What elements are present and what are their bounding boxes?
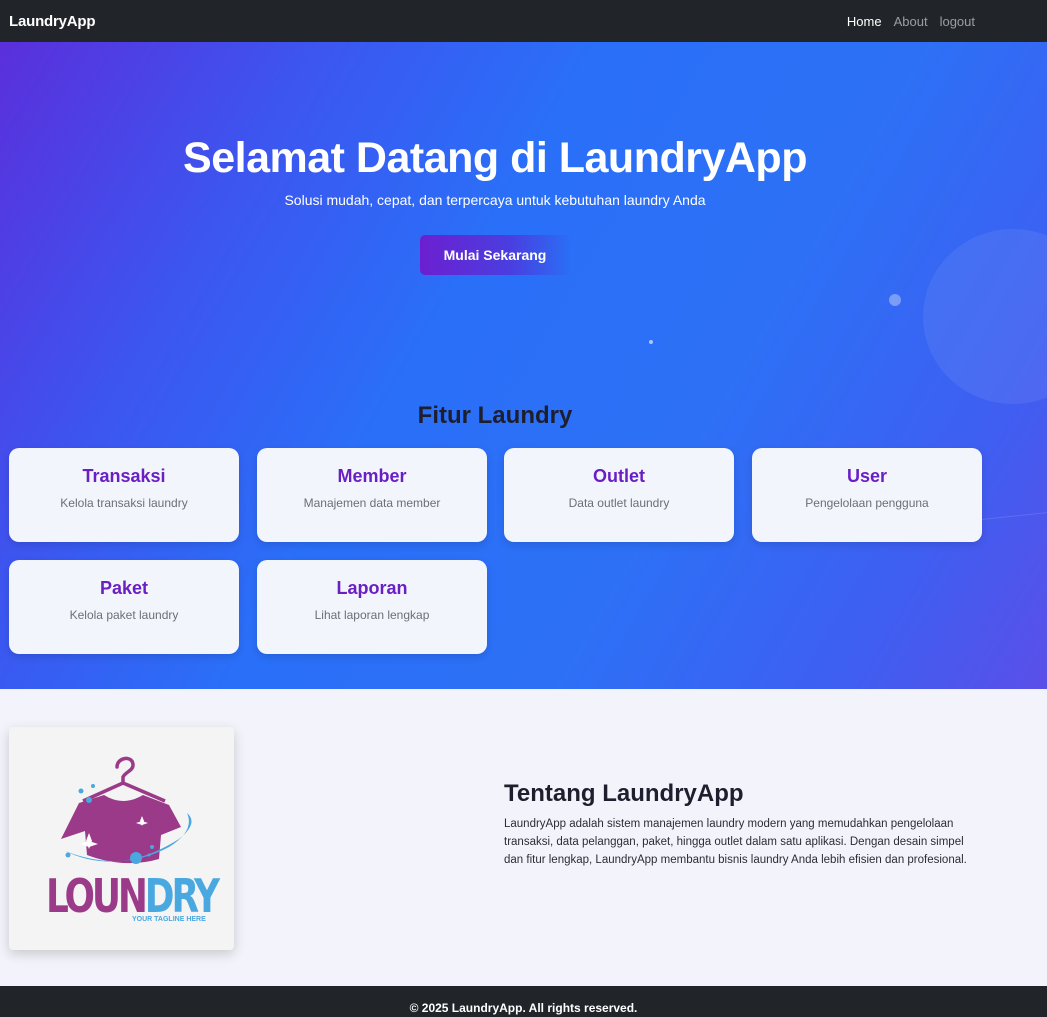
- hero-subtitle: Solusi mudah, cepat, dan terpercaya untu…: [284, 192, 706, 208]
- feature-card-desc: Pengelolaan pengguna: [805, 496, 929, 510]
- feature-card-user[interactable]: User Pengelolaan pengguna: [752, 448, 982, 542]
- features-title: Fitur Laundry: [417, 402, 573, 429]
- hero-section: Selamat Datang di LaundryApp Solusi muda…: [0, 42, 1047, 689]
- feature-card-title: User: [846, 466, 888, 486]
- logo-word-right: DRY: [144, 869, 220, 923]
- feature-card-desc: Kelola paket laundry: [69, 608, 179, 622]
- nav-links: Home About logout: [847, 14, 975, 29]
- brand-logo[interactable]: LaundryApp: [9, 13, 96, 30]
- start-now-button[interactable]: Mulai Sekarang: [420, 235, 570, 275]
- about-section: LOUNDRY YOUR TAGLINE HERE Tentang Laundr…: [0, 689, 1047, 986]
- feature-card-desc: Lihat laporan lengkap: [314, 608, 430, 622]
- feature-card-member[interactable]: Member Manajemen data member: [257, 448, 487, 542]
- logo-wordmark: LOUNDRY: [46, 869, 220, 923]
- about-title: Tentang LaundryApp: [504, 780, 744, 807]
- feature-card-paket[interactable]: Paket Kelola paket laundry: [9, 560, 239, 654]
- feature-card-title: Paket: [99, 578, 149, 598]
- feature-card-laporan[interactable]: Laporan Lihat laporan lengkap: [257, 560, 487, 654]
- decorative-circle: [923, 229, 1047, 404]
- about-description: LaundryApp adalah sistem manajemen laund…: [504, 818, 967, 866]
- feature-card-desc: Data outlet laundry: [568, 496, 670, 510]
- feature-card-transaksi[interactable]: Transaksi Kelola transaksi laundry: [9, 448, 239, 542]
- feature-card-desc: Kelola transaksi laundry: [60, 496, 188, 510]
- logo-tagline: YOUR TAGLINE HERE: [132, 916, 206, 923]
- nav-link-logout[interactable]: logout: [940, 14, 975, 29]
- navbar: LaundryApp Home About logout: [0, 0, 1047, 42]
- nav-link-home[interactable]: Home: [847, 14, 882, 29]
- decorative-dot: [889, 294, 901, 306]
- decorative-dot: [649, 340, 653, 344]
- footer: © 2025 LaundryApp. All rights reserved.: [0, 986, 1047, 1017]
- feature-card-title: Member: [337, 466, 407, 486]
- laundry-logo-image: LOUNDRY YOUR TAGLINE HERE: [9, 727, 234, 950]
- feature-card-title: Outlet: [593, 466, 645, 486]
- nav-link-about[interactable]: About: [894, 14, 928, 29]
- feature-card-outlet[interactable]: Outlet Data outlet laundry: [504, 448, 734, 542]
- logo-word-left: LOUN: [46, 869, 148, 923]
- footer-copyright: © 2025 LaundryApp. All rights reserved.: [409, 1001, 638, 1015]
- feature-card-desc: Manajemen data member: [303, 496, 441, 510]
- feature-card-title: Transaksi: [82, 466, 166, 486]
- hero-title: Selamat Datang di LaundryApp: [183, 134, 807, 182]
- feature-card-title: Laporan: [336, 578, 408, 598]
